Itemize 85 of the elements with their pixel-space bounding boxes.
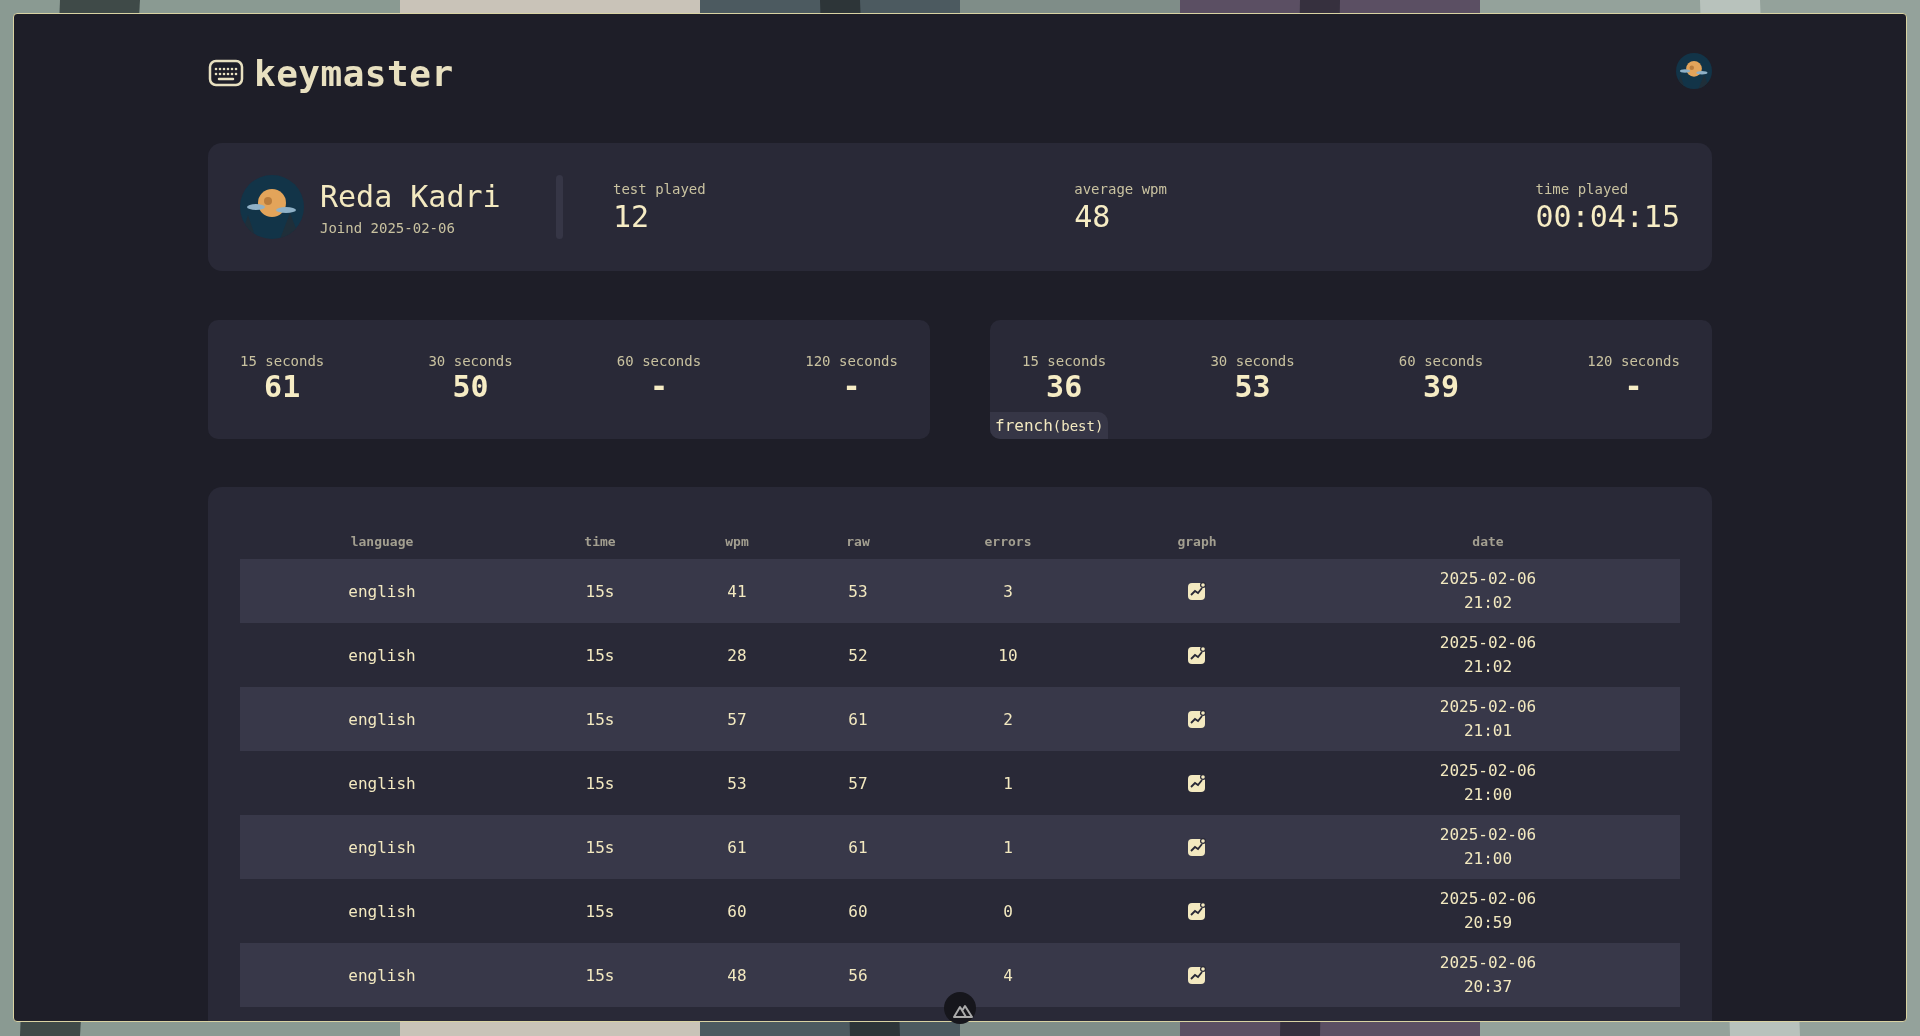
table-cell-text: 61	[847, 709, 869, 729]
table-cell-text: 2025-02-06 20:37	[1438, 952, 1538, 998]
table-cell-text: 2	[1002, 709, 1014, 729]
keyboard-icon	[208, 59, 244, 87]
column-header: language	[349, 533, 415, 549]
graph-icon[interactable]	[1188, 774, 1206, 792]
table-cell-text: 41	[726, 581, 748, 601]
column-header: errors	[983, 533, 1033, 549]
table-cell-text: 3	[1002, 581, 1014, 601]
table-cell-text: 60	[847, 901, 869, 921]
table-cell-text: 15s	[584, 581, 616, 601]
table-cell-text: 2025-02-06 21:02	[1438, 632, 1538, 678]
table-cell-text: 61	[726, 837, 748, 857]
best-wpm: -	[842, 369, 861, 404]
graph-icon[interactable]	[1188, 966, 1206, 984]
table-cell-text: 2025-02-06 21:02	[1438, 568, 1538, 614]
user-name: Reda Kadri	[320, 178, 501, 214]
stat-value: 00:04:15	[1535, 198, 1680, 234]
table-cell-text: english	[347, 901, 417, 921]
best-wpm: 53	[1234, 369, 1271, 404]
table-cell-text: 53	[726, 773, 748, 793]
table-cell-text: 2025-02-06 20:59	[1438, 888, 1538, 934]
table-cell-text: 15s	[584, 837, 616, 857]
table-cell-text: english	[347, 581, 417, 601]
graph-icon[interactable]	[1188, 710, 1206, 728]
table-cell-text: 15s	[584, 901, 616, 921]
duration-label: 30 seconds	[1210, 353, 1295, 369]
duration-label: 120 seconds	[805, 353, 898, 369]
best-wpm: 50	[452, 369, 489, 404]
best-wpm: 36	[1046, 369, 1083, 404]
table-cell-text: 2025-02-06 21:00	[1438, 760, 1538, 806]
stat-label: average wpm	[1074, 180, 1167, 197]
best-wpm: -	[649, 369, 668, 404]
table-cell-text: 53	[847, 581, 869, 601]
table-cell-text: english	[347, 645, 417, 665]
duration-label: 15 seconds	[240, 353, 325, 369]
column-header: date	[1471, 533, 1505, 549]
graph-icon[interactable]	[1188, 838, 1206, 856]
table-cell-text: 15s	[584, 773, 616, 793]
table-cell-text: english	[347, 709, 417, 729]
table-cell-text: 60	[726, 901, 748, 921]
table-cell-text: 57	[726, 709, 748, 729]
table-cell-text: english	[347, 773, 417, 793]
graph-icon[interactable]	[1188, 582, 1206, 600]
column-header: time	[583, 533, 617, 549]
duration-label: 30 seconds	[428, 353, 513, 369]
graph-icon[interactable]	[1188, 902, 1206, 920]
column-header: raw	[845, 533, 871, 549]
stat-label: time played	[1535, 180, 1630, 197]
user-avatar[interactable]	[1676, 53, 1712, 89]
best-wpm: 61	[264, 369, 301, 404]
app-title: keymaster	[254, 52, 454, 94]
table-cell-text: english	[347, 837, 417, 857]
table-cell-text: 10	[997, 645, 1019, 665]
table-cell-text: 2025-02-06 21:01	[1438, 696, 1538, 742]
stat-value: 12	[613, 198, 651, 234]
best-wpm: 39	[1422, 369, 1460, 404]
table-cell-text: 0	[1002, 901, 1014, 921]
table-cell-text: 48	[726, 965, 748, 985]
table-cell-text: 56	[847, 965, 869, 985]
stat-label: test played	[613, 180, 706, 197]
stat-value: 48	[1074, 198, 1112, 234]
mountain-logo-icon	[953, 1004, 973, 1018]
table-cell-text: 1	[1002, 773, 1014, 793]
table-cell-text: 28	[726, 645, 748, 665]
join-date: Joind 2025-02-06	[320, 219, 456, 236]
table-cell-text: 1	[1002, 837, 1014, 857]
column-header: wpm	[724, 533, 750, 549]
table-cell-text: 57	[847, 773, 869, 793]
table-cell-text: 2025-02-06 21:00	[1438, 824, 1538, 870]
column-header: graph	[1176, 533, 1218, 549]
table-cell-text: 4	[1002, 965, 1014, 985]
table-cell-text: 61	[847, 837, 869, 857]
best-wpm: -	[1624, 369, 1643, 404]
table-cell-text: english	[347, 965, 417, 985]
table-cell-text: 15s	[584, 645, 616, 665]
language-badge: french(best)	[990, 412, 1109, 439]
duration-label: 15 seconds	[1022, 353, 1107, 369]
table-cell-text: 52	[847, 645, 869, 665]
graph-icon[interactable]	[1188, 646, 1206, 664]
table-cell-text: 15s	[584, 965, 616, 985]
table-cell-text: 15s	[584, 709, 616, 729]
duration-label: 60 seconds	[1398, 353, 1484, 369]
duration-label: 60 seconds	[616, 353, 702, 369]
duration-label: 120 seconds	[1587, 353, 1680, 369]
